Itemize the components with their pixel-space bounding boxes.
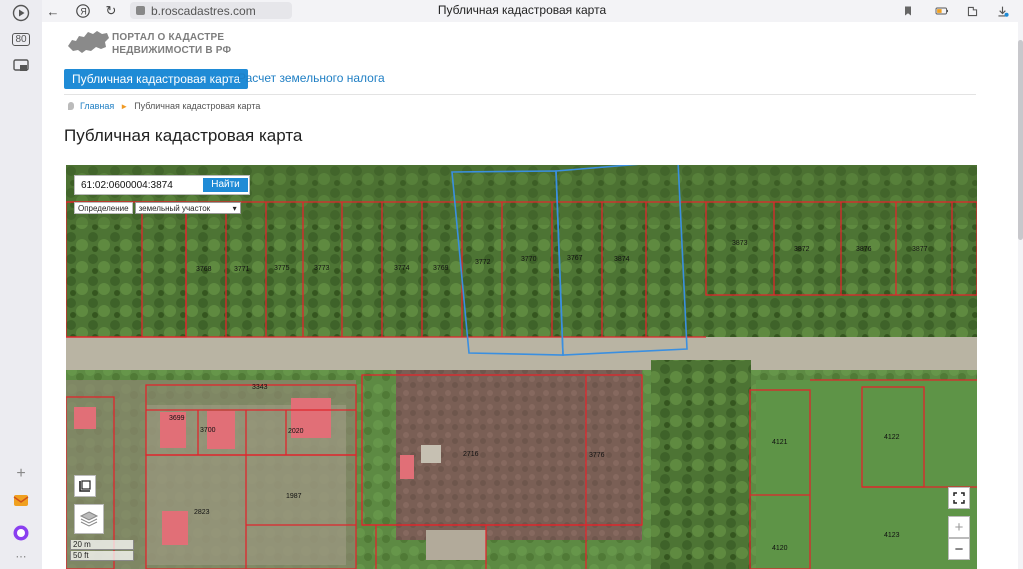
page-title: Публичная кадастровая карта <box>64 126 303 145</box>
search-button[interactable]: Найти <box>203 178 248 192</box>
fullscreen-icon <box>953 492 965 504</box>
plot-label: 1987 <box>286 493 302 500</box>
plot-label: 3769 <box>433 265 449 272</box>
bookmark-icon[interactable] <box>900 3 916 19</box>
scale-imperial: 50 ft <box>70 551 134 561</box>
select-area-icon <box>79 480 91 492</box>
plot-label: 3772 <box>475 259 491 266</box>
extensions-icon[interactable] <box>964 3 980 19</box>
plot-label: 3699 <box>169 415 185 422</box>
plot-label: 3343 <box>252 384 268 391</box>
plot-label: 3776 <box>589 452 605 459</box>
plot-label: 2716 <box>463 451 479 458</box>
russia-map-icon <box>68 31 109 53</box>
plot-label: 3700 <box>200 427 216 434</box>
plot-label: 4121 <box>772 439 788 446</box>
satellite-imagery: 3768 3771 3775 3773 3774 3769 3772 3770 … <box>66 165 977 569</box>
menu-item-cadastral-map[interactable]: Публичная кадастровая карта <box>64 69 249 89</box>
breadcrumb-current: Публичная кадастровая карта <box>134 101 261 111</box>
browser-toolbar: ← Я ↻ b.roscadastres.com Публичная кадас… <box>42 0 1023 22</box>
counter-badge[interactable]: 80 <box>11 29 31 49</box>
site-logo[interactable]: ПОРТАЛ О КАДАСТРЕ НЕДВИЖИМОСТИ В РФ <box>66 26 246 60</box>
object-type-select[interactable]: земельный участок ▾ <box>134 202 241 214</box>
plot-label: 3770 <box>521 256 537 263</box>
fullscreen-button[interactable] <box>948 487 970 509</box>
menu-divider <box>64 94 976 95</box>
more-icon[interactable]: ⋯ <box>11 546 31 566</box>
logo-line-1: ПОРТАЛ О КАДАСТРЕ <box>112 32 225 43</box>
plot-label: 3876 <box>856 246 872 253</box>
object-type-select-value: земельный участок <box>138 204 211 213</box>
plot-label: 3771 <box>234 266 250 273</box>
plot-label: 4122 <box>884 434 900 441</box>
plot-label: 3773 <box>314 265 330 272</box>
plot-label: 3873 <box>732 240 748 247</box>
definition-row: Определение земельный участок ▾ <box>74 202 241 215</box>
menu-item-land-tax[interactable]: Расчет земельного налога <box>238 71 385 85</box>
play-icon[interactable] <box>11 3 31 23</box>
add-panel-icon[interactable]: + <box>11 464 31 484</box>
breadcrumb-separator-icon: ► <box>120 101 129 111</box>
zoom-out-button[interactable]: − <box>948 538 970 560</box>
breadcrumb-home-link[interactable]: Главная <box>80 101 114 111</box>
tab-title: Публичная кадастровая карта <box>437 3 607 17</box>
map-scale: 20 m 50 ft <box>70 540 134 562</box>
plot-label: 3767 <box>567 255 583 262</box>
logo-line-2: НЕДВИЖИМОСТИ В РФ <box>112 45 232 56</box>
scale-metric: 20 m <box>70 540 134 550</box>
breadcrumb: Главная ► Публичная кадастровая карта <box>68 101 260 111</box>
plot-label: 3775 <box>274 265 290 272</box>
plot-label: 4123 <box>884 532 900 539</box>
cadastral-number-input[interactable] <box>77 178 201 192</box>
scrollbar-thumb[interactable] <box>1018 40 1023 240</box>
page-scrollbar[interactable] <box>1018 22 1023 569</box>
battery-icon[interactable] <box>934 3 950 19</box>
alice-assistant-icon[interactable] <box>11 523 31 543</box>
plot-label: 3874 <box>614 256 630 263</box>
picture-in-picture-icon[interactable] <box>11 56 31 76</box>
browser-sidebar: 80 + ⋯ <box>0 0 42 569</box>
zoom-in-button[interactable]: + <box>948 516 970 538</box>
location-pin-icon <box>68 102 74 110</box>
mail-icon[interactable] <box>11 490 31 510</box>
downloads-icon[interactable] <box>994 3 1010 19</box>
cadastre-search-panel: Найти <box>74 175 250 195</box>
plot-label: 4120 <box>772 545 788 552</box>
layers-icon <box>79 511 99 527</box>
cadastral-map[interactable]: 3768 3771 3775 3773 3774 3769 3772 3770 … <box>66 165 977 569</box>
plot-label: 2823 <box>194 509 210 516</box>
plot-label: 3877 <box>912 246 928 253</box>
definition-label: Определение <box>74 202 133 214</box>
chevron-down-icon: ▾ <box>232 204 237 213</box>
select-area-button[interactable] <box>74 475 96 497</box>
plot-label: 3872 <box>794 246 810 253</box>
plot-label: 3768 <box>196 266 212 273</box>
plot-label: 2020 <box>288 428 304 435</box>
counter-badge-label: 80 <box>12 32 30 46</box>
layers-button[interactable] <box>74 504 104 534</box>
web-page: ПОРТАЛ О КАДАСТРЕ НЕДВИЖИМОСТИ В РФ Публ… <box>42 22 1018 569</box>
plot-label: 3774 <box>394 265 410 272</box>
